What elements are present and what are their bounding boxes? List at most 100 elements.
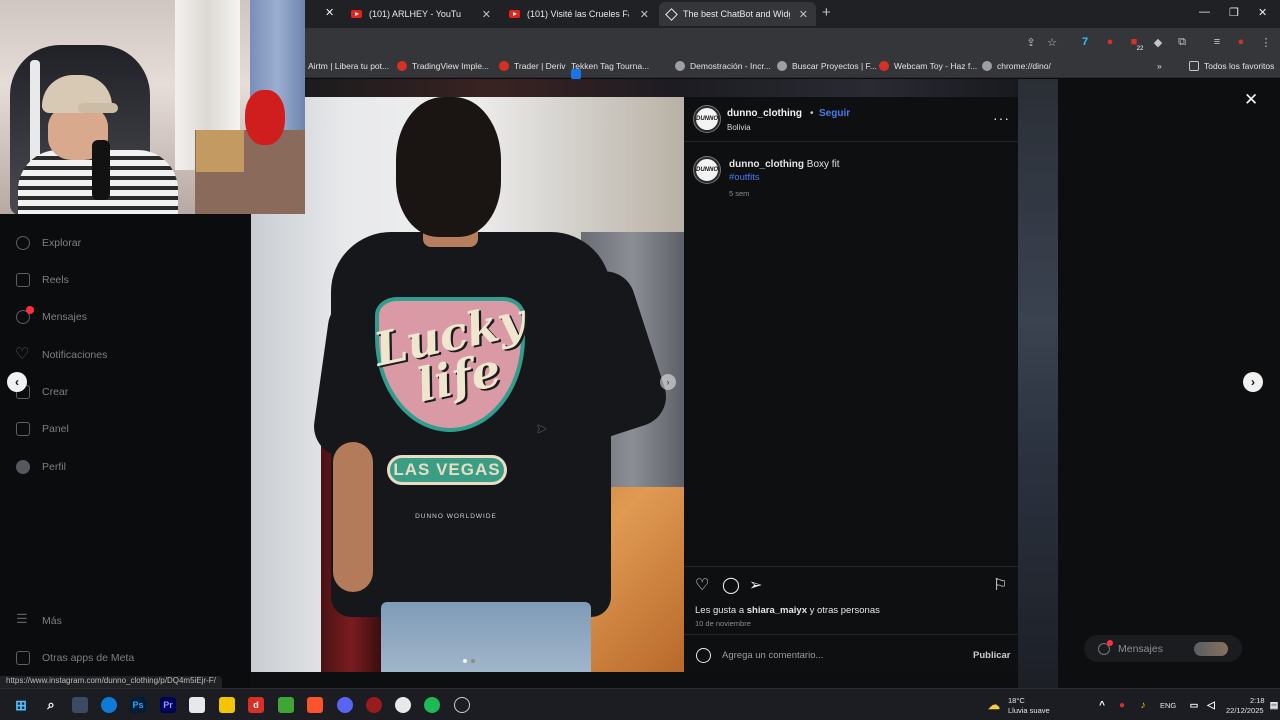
caption-author-avatar[interactable]: DUNNO: [694, 157, 720, 183]
clock-time[interactable]: 2:18: [1250, 696, 1265, 705]
all-bookmarks[interactable]: Todos los favoritos: [1189, 61, 1274, 71]
star-icon[interactable]: ☆: [1045, 35, 1059, 49]
arm: [333, 442, 373, 592]
spotify-icon[interactable]: [424, 697, 440, 713]
kebab-menu-icon[interactable]: ⋮: [1259, 35, 1273, 49]
bookmark-tekken[interactable]: Tekken Tag Tourna...: [571, 61, 649, 79]
tab-youtube-fabricas[interactable]: (101) Visité las Crueles Fábricas ✕: [501, 2, 657, 26]
new-tab-icon[interactable]: +: [822, 4, 831, 21]
store-icon[interactable]: [189, 697, 205, 713]
hair: [396, 97, 501, 237]
bookmark-buscar-proyectos[interactable]: Buscar Proyectos | F...: [777, 61, 877, 71]
weather-desc: Lluvia suave: [1008, 706, 1050, 715]
sidebar-item-label: Explorar: [42, 237, 82, 249]
post-location[interactable]: Bolivia: [727, 123, 751, 132]
discord-icon[interactable]: [337, 697, 353, 713]
photoshop-icon[interactable]: Ps: [130, 697, 146, 713]
share-icon[interactable]: ➢: [749, 578, 765, 594]
sidebar-item-label: Mensajes: [42, 311, 87, 323]
tab-youtube-arlhey[interactable]: (101) ARLHEY - YouTube ✕: [343, 2, 499, 26]
post-author-username[interactable]: dunno_clothing: [727, 108, 802, 119]
extension-icon[interactable]: ◆: [1151, 35, 1165, 49]
likes-username[interactable]: shiara_maiyx: [747, 605, 807, 616]
like-heart-icon[interactable]: ♡: [695, 578, 711, 594]
chevron-up-icon[interactable]: ^: [1094, 697, 1110, 713]
comment-input[interactable]: Agrega un comentario...: [722, 650, 823, 661]
network-icon[interactable]: ▭: [1186, 697, 1202, 713]
search-icon[interactable]: ⌕: [43, 697, 59, 713]
comment-icon[interactable]: ◯: [722, 578, 740, 594]
puzzle-icon[interactable]: ⧉: [1175, 35, 1189, 49]
chrome-icon[interactable]: [395, 697, 411, 713]
media-control-icon[interactable]: ≡: [1210, 35, 1224, 49]
bookmark-tradingview[interactable]: TradingView Imple...: [397, 61, 489, 71]
tab-close-icon[interactable]: ✕: [325, 6, 334, 19]
record-extension-icon[interactable]: ●: [1103, 35, 1117, 49]
sidebar-item-mensajes[interactable]: Mensajes: [16, 306, 87, 324]
minimize-icon[interactable]: —: [1199, 6, 1210, 18]
hashtag-link[interactable]: #outfits: [729, 172, 760, 183]
bookmark-webcam-toy[interactable]: Webcam Toy - Haz f...: [879, 61, 977, 71]
chevron-left-icon: ‹: [15, 375, 19, 389]
sidebar-item-panel[interactable]: Panel: [16, 422, 69, 436]
sidebar-item-otras-apps[interactable]: Otras apps de Meta: [16, 651, 134, 665]
sidebar-item-perfil[interactable]: Perfil: [16, 460, 66, 474]
next-post-button[interactable]: ›: [1243, 372, 1263, 392]
post-image[interactable]: Lucky life LAS VEGAS DUNNO WORLDWIDE ›: [251, 97, 684, 672]
tab-close-icon[interactable]: ✕: [482, 8, 491, 21]
bookmark-deriv[interactable]: Trader | Deriv: [499, 61, 566, 71]
close-modal-icon[interactable]: ✕: [1244, 90, 1258, 110]
notifications-icon[interactable]: ▤: [1266, 697, 1280, 713]
sidebar-item-notificaciones[interactable]: Notificaciones: [15, 344, 107, 364]
mouse-cursor-icon: ➤: [536, 421, 547, 436]
reels-icon: [16, 273, 30, 287]
previous-post-button[interactable]: ‹: [7, 372, 27, 392]
clock-date[interactable]: 22/12/2025: [1226, 706, 1264, 715]
deriv-app-icon[interactable]: d: [248, 697, 264, 713]
post-author-avatar[interactable]: DUNNO: [694, 106, 720, 132]
likes-summary[interactable]: Les gusta a shiara_maiyx y otras persona…: [695, 605, 880, 616]
carousel-next-button[interactable]: ›: [660, 374, 676, 390]
follow-button[interactable]: Seguir: [819, 108, 850, 119]
sidebar-item-label: Otras apps de Meta: [42, 652, 135, 664]
bookmark-label: TradingView Imple...: [412, 61, 490, 71]
install-icon[interactable]: ⇪: [1024, 35, 1038, 49]
restore-icon[interactable]: ❐: [1229, 6, 1239, 19]
tray-app-icon[interactable]: ●: [1114, 697, 1130, 713]
bookmark-dino[interactable]: chrome://dino/: [982, 61, 1051, 71]
tab-chatbot[interactable]: The best ChatBot and Widgets ✕: [659, 2, 816, 26]
window-close-icon[interactable]: ✕: [1258, 6, 1267, 19]
menu-icon: [16, 611, 30, 628]
tradingview-extension-icon[interactable]: 7: [1078, 35, 1092, 49]
tab-close-icon[interactable]: ✕: [640, 8, 649, 21]
microphone-icon[interactable]: ♪: [1135, 697, 1151, 713]
messages-pill[interactable]: Mensajes: [1084, 635, 1242, 662]
file-explorer-icon[interactable]: [219, 697, 235, 713]
sidebar-item-mas[interactable]: Más: [16, 611, 62, 628]
more-options-icon[interactable]: ···: [993, 110, 1010, 126]
minecraft-icon[interactable]: [278, 697, 294, 713]
language-indicator[interactable]: ENG: [1160, 701, 1176, 710]
premiere-icon[interactable]: Pr: [160, 697, 176, 713]
sidebar-item-label: Más: [42, 615, 62, 627]
obs-icon[interactable]: [454, 697, 470, 713]
brave-icon[interactable]: [307, 697, 323, 713]
publish-button[interactable]: Publicar: [973, 650, 1011, 661]
app-icon[interactable]: [366, 697, 382, 713]
emoji-icon[interactable]: [696, 648, 711, 663]
volume-icon[interactable]: ◁: [1203, 697, 1219, 713]
app-icon[interactable]: [72, 697, 88, 713]
tab-close-icon[interactable]: ✕: [799, 8, 808, 21]
carousel-dots: [463, 659, 475, 663]
edge-icon[interactable]: [101, 697, 117, 713]
sidebar-item-explorar[interactable]: Explorar: [16, 236, 81, 250]
windows-start-icon[interactable]: ⊞: [13, 697, 29, 713]
bookmark-airtm[interactable]: Airtm | Libera tu pot...: [308, 61, 389, 71]
weather-icon[interactable]: ☁: [986, 697, 1002, 713]
profile-avatar-icon[interactable]: ●: [1234, 35, 1248, 49]
sidebar-item-reels[interactable]: Reels: [16, 273, 69, 287]
save-bookmark-icon[interactable]: ⚐: [993, 578, 1009, 594]
caption-username[interactable]: dunno_clothing: [729, 159, 804, 170]
bookmark-demostracion[interactable]: Demostración - Incr...: [675, 61, 771, 71]
bookmarks-overflow-icon[interactable]: »: [1157, 61, 1162, 71]
